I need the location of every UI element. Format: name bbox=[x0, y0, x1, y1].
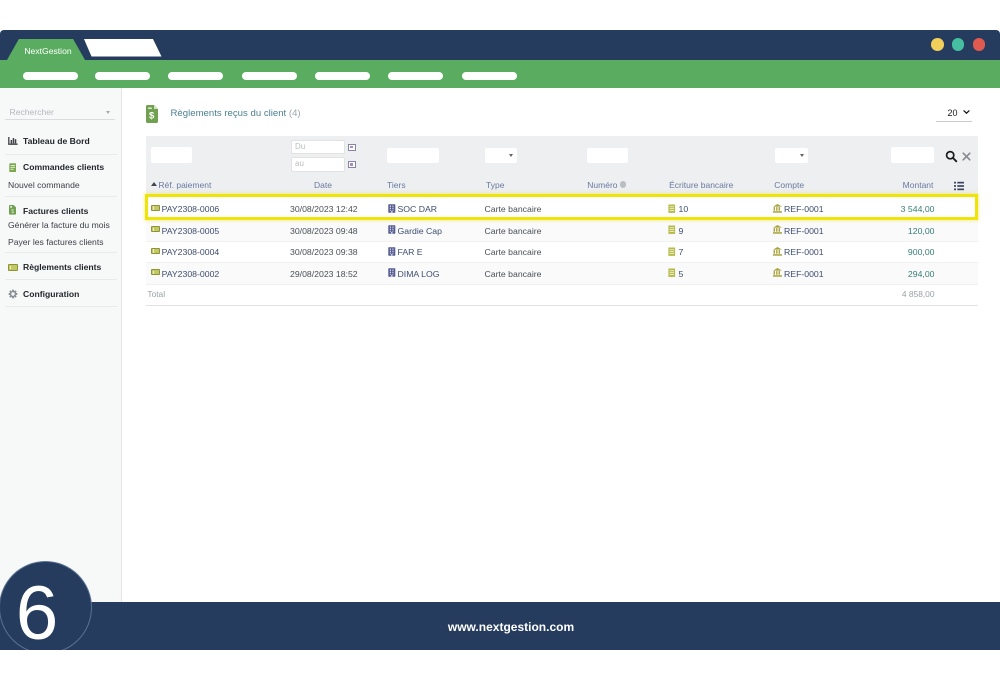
svg-text:$: $ bbox=[11, 209, 14, 215]
svg-text:$: $ bbox=[149, 110, 155, 121]
